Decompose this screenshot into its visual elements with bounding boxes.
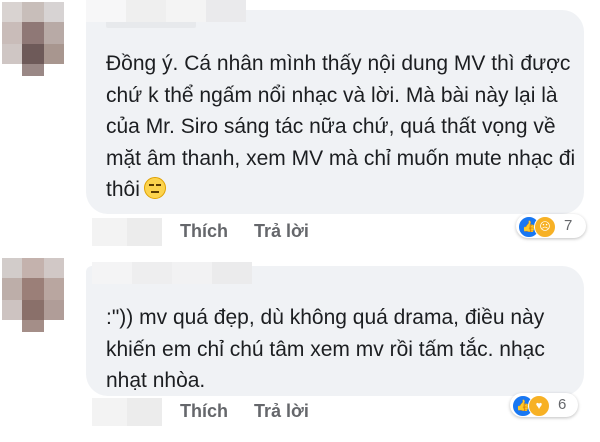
author-name-redacted-block[interactable] [92, 262, 252, 284]
reaction-summary[interactable]: 👍 ☹ 7 [516, 214, 586, 238]
comment-thread: Đồng ý. Cá nhân mình thấy nội dung MV th… [0, 0, 600, 442]
care-reaction-icon: ♥ [528, 395, 550, 417]
avatar[interactable] [2, 2, 64, 76]
timestamp-redacted [92, 398, 162, 426]
comment-bubble: :")) mv quá đẹp, dù không quá drama, điề… [86, 262, 584, 396]
timestamp-redacted [92, 218, 162, 246]
reaction-count: 6 [558, 396, 567, 413]
avatar[interactable] [2, 258, 64, 332]
expressionless-face-icon [143, 177, 166, 199]
comment-text: Đồng ý. Cá nhân mình thấy nội dung MV th… [106, 52, 576, 201]
reaction-summary[interactable]: 👍 ♥ 6 [510, 393, 578, 417]
like-button[interactable]: Thích [180, 221, 228, 242]
like-button[interactable]: Thích [180, 401, 228, 422]
comment-bubble: Đồng ý. Cá nhân mình thấy nội dung MV th… [86, 0, 584, 214]
comment-text: :")) mv quá đẹp, dù không quá drama, điề… [106, 306, 545, 392]
reply-button[interactable]: Trả lời [254, 221, 309, 242]
reaction-count: 7 [564, 217, 573, 234]
author-name-redacted-block [86, 0, 246, 22]
sad-reaction-icon: ☹ [534, 216, 556, 238]
reply-button[interactable]: Trả lời [254, 401, 309, 422]
